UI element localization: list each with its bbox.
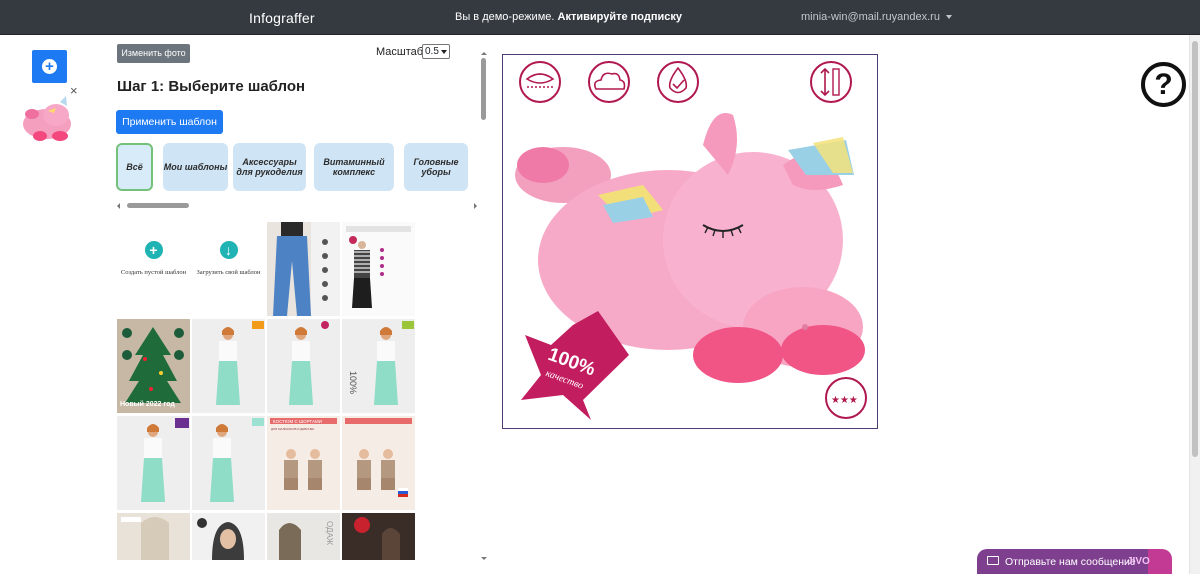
envelope-icon [987,556,999,565]
user-menu[interactable]: minia-win@mail.ruyandex.ru [801,11,952,23]
template-mint-skirt-3[interactable]: 100% [342,319,415,413]
step-title: Шаг 1: Выберите шаблон [117,78,306,95]
chat-brand: JIVO [1127,556,1150,567]
template-striped-blouse[interactable] [342,222,415,316]
top-navbar: Infograffer Вы в демо-режиме. Активируйт… [0,0,1200,35]
template-headscarf[interactable] [192,513,265,560]
upload-template-tile[interactable]: ↓ Загрузить свой шаблон [192,222,265,316]
templates-scrollbar-thumb[interactable] [481,58,486,120]
create-empty-template-label: Создать пустой шаблон [120,269,187,276]
scale-label: Масштаб: [376,46,427,58]
category-my-templates[interactable]: Мои шаблоны [163,143,228,191]
cloud-icon[interactable] [588,61,630,103]
chat-widget-button[interactable]: Отправьте нам сообщение JIVO [977,549,1172,574]
scale-select-value: 0.5 [425,46,439,57]
brand-logo[interactable]: Infograffer [249,10,315,26]
preview-svg: 100% качество ★★★ [515,61,867,420]
category-scrollbar-thumb[interactable] [127,203,189,208]
stars-text: ★★★ [831,395,858,406]
add-photo-button[interactable]: + [32,50,67,83]
water-drop-check-icon[interactable] [657,61,699,103]
unicorn-photo-thumbnail[interactable] [20,92,74,148]
template-kids-suit-2[interactable] [342,416,415,510]
category-headwear[interactable]: Головные уборы [404,143,468,191]
category-needlework-accessories[interactable]: Аксессуары для рукоделия [233,143,306,191]
create-empty-template-tile[interactable]: + Создать пустой шаблон [117,222,190,316]
template-dark-coat[interactable] [342,513,415,560]
stars-rating-icon[interactable]: ★★★ [825,377,867,419]
template-kids-suit-1[interactable]: КОСТЮМ С ШОРТАМИ ДЛЯ МАЛЬЧИКОВ И ДЕВОЧЕК [267,416,340,510]
template-jeans[interactable] [267,222,340,316]
chat-tail-decoration [1148,549,1172,574]
activate-subscription-link[interactable]: Активируйте подписку [558,11,683,23]
apply-template-button[interactable]: Применить шаблон [116,110,223,134]
category-all[interactable]: Всё [116,143,153,191]
template-new-year[interactable]: Новый 2022 год [117,319,190,413]
page-scrollbar[interactable] [1189,35,1200,574]
demo-text: Вы в демо-режиме. [455,11,555,23]
percent-caption: 100% [348,371,358,394]
scale-select[interactable]: 0.5 [422,44,450,59]
templates-vertical-scrollbar[interactable] [479,52,488,560]
plus-circle-icon: + [42,59,57,74]
scroll-left-icon[interactable] [117,203,120,209]
bottom-badge-caption: ОДАЖ [325,521,334,546]
help-question-icon[interactable]: ? [1141,62,1186,107]
plus-circle-icon: + [144,241,163,259]
user-email: minia-win@mail.ruyandex.ru [801,11,940,23]
change-photo-button[interactable]: Изменить фото [117,44,190,63]
chevron-down-icon [945,15,952,20]
template-mint-skirt-1[interactable] [192,319,265,413]
kids-header-caption: КОСТЮМ С ШОРТАМИ [273,419,322,424]
preview-canvas[interactable]: 100% качество ★★★ [502,54,878,429]
category-vitamin-complex[interactable]: Витаминный комплекс [314,143,394,191]
kids-sub-caption: ДЛЯ МАЛЬЧИКОВ И ДЕВОЧЕК [271,427,314,431]
template-sale-coat[interactable]: ОДАЖ [267,513,340,560]
chat-label: Отправьте нам сообщение [1005,556,1136,568]
category-horizontal-scrollbar[interactable] [117,201,477,210]
template-scarf[interactable] [117,513,190,560]
pillow-icon[interactable] [519,61,561,103]
page-scrollbar-thumb[interactable] [1192,41,1198,457]
scroll-up-icon[interactable] [481,52,487,55]
template-mint-skirt-4[interactable] [117,416,190,510]
size-height-icon[interactable] [810,61,852,103]
category-tabs: Всё Мои шаблоны Аксессуары для рукоделия… [116,143,478,191]
scroll-right-icon[interactable] [474,203,477,209]
demo-notice: Вы в демо-режиме. Активируйте подписку [455,11,682,23]
template-mint-skirt-2[interactable] [267,319,340,413]
chevron-down-icon [441,50,447,54]
upload-template-label: Загрузить свой шаблон [196,269,261,276]
scroll-down-icon[interactable] [481,557,487,560]
template-mint-skirt-5[interactable] [192,416,265,510]
arrow-down-circle-icon: ↓ [219,241,238,259]
new-year-caption: Новый 2022 год [120,400,175,408]
